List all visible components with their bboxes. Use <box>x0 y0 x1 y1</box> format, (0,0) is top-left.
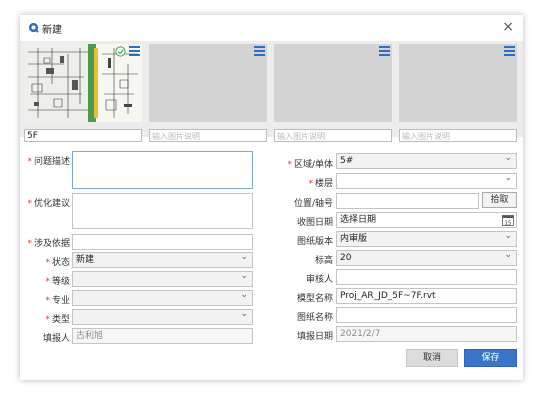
dialog-title: 新建 <box>42 25 62 36</box>
reporter-label: 填报人 <box>42 334 70 344</box>
suggestion-label: * 优化建议 <box>27 199 70 209</box>
position-label: 位置/轴号 <box>293 199 333 209</box>
discipline-label: * 专业 <box>45 296 70 306</box>
title-bar: 新建 × <box>20 15 523 41</box>
drawing-name-label: 图纸名称 <box>296 313 333 323</box>
hamburger-menu-icon[interactable] <box>379 46 390 56</box>
type-select[interactable] <box>72 307 253 325</box>
image-caption-4[interactable]: 输入图片说明 <box>399 129 517 142</box>
hamburger-menu-icon[interactable] <box>254 46 265 56</box>
position-input[interactable] <box>336 193 479 209</box>
save-button[interactable]: 保存 <box>464 349 517 367</box>
model-name-input[interactable]: Proj_AR_JD_5F~7F.rvt <box>336 288 517 304</box>
floor-label: * 楼层 <box>308 179 333 189</box>
level-label: * 等级 <box>45 277 70 287</box>
basis-input[interactable] <box>72 234 253 250</box>
hamburger-menu-icon[interactable] <box>129 46 140 56</box>
receive-date-input[interactable]: 选择日期 15 <box>336 212 517 228</box>
receive-date-value: 选择日期 <box>340 215 377 225</box>
status-label: * 状态 <box>45 258 70 268</box>
level-select[interactable] <box>72 269 253 287</box>
image-caption-1[interactable]: 5F <box>24 129 142 142</box>
image-thumbnail-1[interactable] <box>24 44 142 122</box>
zone-select[interactable]: 5# <box>336 151 517 169</box>
report-date-label: 填报日期 <box>296 332 333 342</box>
version-label: 图纸版本 <box>296 237 333 247</box>
report-date-field: 2021/2/7 <box>336 326 517 342</box>
close-icon[interactable]: × <box>502 19 514 35</box>
image-strip: 5F 输入图片说明 输入图片说明 输入图片说明 <box>20 41 523 142</box>
model-name-label: 模型名称 <box>296 294 333 304</box>
type-label: * 类型 <box>45 315 70 325</box>
elevation-label: 标高 <box>314 256 333 266</box>
basis-label: * 涉及依据 <box>27 239 70 249</box>
version-select[interactable]: 内审版 <box>336 229 517 247</box>
zone-label: * 区域/单体 <box>287 160 333 170</box>
calendar-icon[interactable]: 15 <box>502 214 514 226</box>
elevation-select[interactable]: 20 <box>336 248 517 266</box>
image-thumbnail-4[interactable] <box>399 44 517 122</box>
cancel-button[interactable]: 取消 <box>406 349 458 367</box>
image-thumbnail-2[interactable] <box>149 44 267 122</box>
hamburger-menu-icon[interactable] <box>504 46 515 56</box>
image-thumbnail-3[interactable] <box>274 44 392 122</box>
new-issue-dialog: 新建 × 5F 输入图片说明 输入图片说明 输入图片说明 * 问题描述 * 优化… <box>20 15 523 380</box>
reviewer-input[interactable] <box>336 269 517 285</box>
drawing-name-input[interactable] <box>336 307 517 323</box>
problem-description-input[interactable] <box>72 151 253 189</box>
reporter-field: 古利旭 <box>72 328 253 344</box>
suggestion-input[interactable] <box>72 193 253 229</box>
pick-button[interactable]: 拾取 <box>482 192 517 208</box>
selected-check-icon <box>115 46 126 57</box>
problem-description-label: * 问题描述 <box>27 157 70 167</box>
discipline-select[interactable] <box>72 288 253 306</box>
status-select[interactable]: 新建 <box>72 250 253 268</box>
reviewer-label: 审核人 <box>305 275 333 285</box>
calendar-day: 15 <box>505 221 512 227</box>
receive-date-label: 收图日期 <box>296 218 333 228</box>
app-logo-icon <box>28 22 39 33</box>
image-caption-3[interactable]: 输入图片说明 <box>274 129 392 142</box>
image-caption-2[interactable]: 输入图片说明 <box>149 129 267 142</box>
floor-select[interactable] <box>336 171 517 189</box>
